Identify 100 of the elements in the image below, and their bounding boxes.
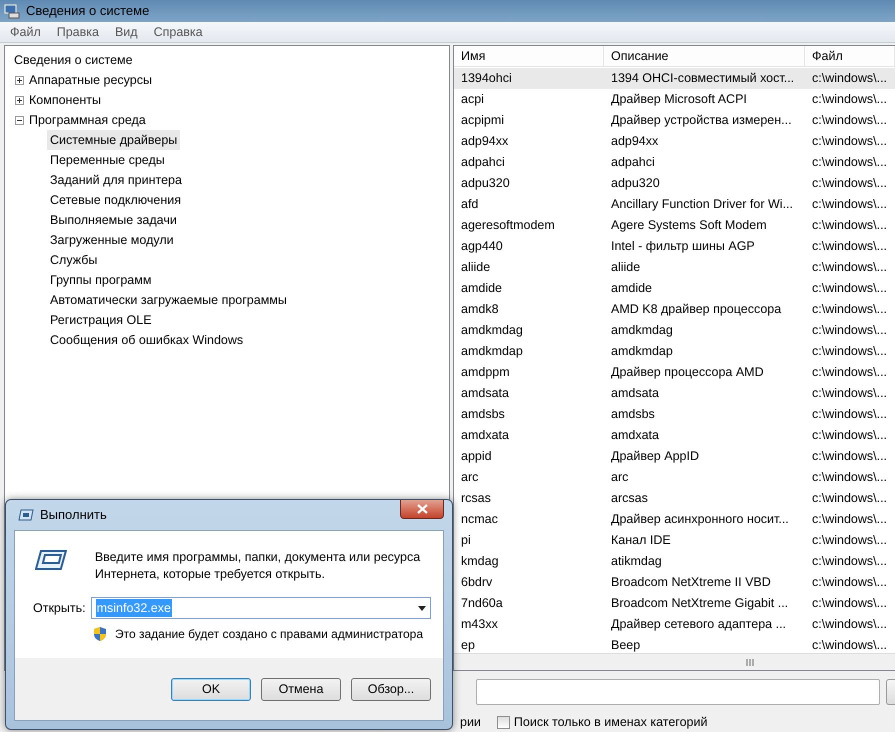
horizontal-scrollbar[interactable] bbox=[454, 653, 895, 670]
table-cell-text: c:\windows\... bbox=[811, 301, 888, 318]
table-cell-text: c:\windows\... bbox=[811, 427, 888, 444]
expand-icon[interactable] bbox=[15, 76, 24, 84]
collapse-icon[interactable] bbox=[15, 116, 24, 124]
table-row[interactable]: aliide aliide c:\windows\... bbox=[454, 257, 895, 278]
tree-item[interactable]: Компоненты bbox=[26, 90, 104, 110]
table-row[interactable]: ncmac Драйвер асинхронного носит... c:\windows\... bbox=[454, 509, 895, 530]
table-row[interactable]: afd Ancillary Function Driver for Wi... c:\windows\... bbox=[454, 194, 895, 215]
table-row[interactable]: amdkmdag amdkmdag c:\windows\... bbox=[454, 320, 895, 341]
table-row[interactable]: amdsata amdsata c:\windows\... bbox=[454, 383, 895, 404]
table-row[interactable]: adp94xx adp94xx c:\windows\... bbox=[454, 131, 895, 152]
table-cell-text: Intel - фильтр шины AGP bbox=[610, 238, 756, 256]
table-row[interactable]: arc arc c:\windows\... bbox=[454, 467, 895, 488]
table-cell-text: c:\windows\... bbox=[811, 616, 888, 634]
run-icon bbox=[35, 549, 67, 571]
table-row[interactable]: amdide amdide c:\windows\... bbox=[454, 278, 895, 299]
tree-item[interactable]: Заданий для принтера bbox=[47, 170, 185, 190]
prompt-text: Введите имя программы, папки, документа или ресурса Интернета, которые требуется открыть. bbox=[94, 549, 422, 583]
table-row[interactable]: amdppm Драйвер процессора AMD c:\windows\... bbox=[454, 362, 895, 383]
tree-item[interactable]: Загруженные модули bbox=[47, 230, 177, 250]
tree-item[interactable]: Службы bbox=[47, 250, 100, 270]
menu-item[interactable]: Вид bbox=[106, 22, 146, 42]
column-header[interactable]: Описание bbox=[604, 46, 805, 66]
dialog-button[interactable]: Обзор... bbox=[351, 678, 431, 700]
table-row[interactable]: pi Канал IDE c:\windows\... bbox=[454, 530, 895, 551]
table-row[interactable]: 7nd60a Broadcom NetXtreme Gigabit ... c:\windows\... bbox=[454, 593, 895, 614]
table-cell-text: amdxata bbox=[610, 427, 660, 444]
table-row[interactable]: amdsbs amdsbs c:\windows\... bbox=[454, 404, 895, 425]
table-cell-text: amdxata bbox=[460, 427, 510, 444]
table-cell-text: c:\windows\... bbox=[811, 637, 888, 653]
table-cell-text: Канал IDE bbox=[610, 532, 672, 550]
tree-item[interactable]: Регистрация OLE bbox=[47, 310, 155, 330]
dialog-button[interactable]: OK bbox=[171, 678, 251, 700]
table-row[interactable]: 6bdrv Broadcom NetXtreme II VBD c:\windows\... bbox=[454, 572, 895, 593]
table-cell-text: arc bbox=[610, 469, 630, 486]
table-cell-text: Драйвер AppID bbox=[610, 448, 700, 466]
open-label: Открыть: bbox=[33, 600, 86, 617]
table-cell-text: c:\windows\... bbox=[811, 133, 888, 150]
table-row[interactable]: amdk8 AMD K8 драйвер процессора c:\windows\... bbox=[454, 299, 895, 320]
table-row[interactable]: m43xx Драйвер сетевого адаптера ... c:\windows\... bbox=[454, 614, 895, 635]
scroll-grip-icon bbox=[746, 658, 754, 666]
tree-item[interactable]: Сетевые подключения bbox=[47, 190, 184, 210]
tree-item[interactable]: Выполняемые задачи bbox=[47, 210, 180, 230]
tree-item[interactable]: Переменные среды bbox=[47, 150, 168, 170]
table-row[interactable]: amdkmdap amdkmdap c:\windows\... bbox=[454, 341, 895, 362]
table-row[interactable]: appid Драйвер AppID c:\windows\... bbox=[454, 446, 895, 467]
table-cell-text: atikmdag bbox=[610, 553, 663, 570]
dropdown-caret-icon[interactable] bbox=[418, 606, 426, 610]
tree-item[interactable]: Программная среда bbox=[26, 110, 149, 130]
table-cell-text: amdide bbox=[610, 280, 653, 298]
tree-item[interactable]: Системные драйверы bbox=[47, 130, 180, 150]
menu-item[interactable]: Справка bbox=[146, 22, 211, 42]
table-cell-text: amdide bbox=[460, 280, 503, 298]
table-row[interactable]: amdxata amdxata c:\windows\... bbox=[454, 425, 895, 446]
table-cell-text: adp94xx bbox=[610, 133, 660, 150]
option-label: рии bbox=[460, 714, 481, 731]
table-cell-text: c:\windows\... bbox=[811, 112, 888, 130]
menu-item[interactable]: Файл bbox=[2, 22, 49, 42]
table-row[interactable]: 1394ohci 1394 OHCI-совместимый хост... c:\windows\... bbox=[454, 68, 895, 89]
tree-item[interactable]: Сообщения об ошибках Windows bbox=[47, 330, 246, 350]
table-cell-text: ageresoftmodem bbox=[460, 217, 556, 234]
table-cell-text: Beep bbox=[610, 637, 642, 653]
tree-item[interactable]: Группы программ bbox=[47, 270, 154, 290]
table-cell-text: c:\windows\... bbox=[811, 553, 888, 570]
table-cell-text: ncmac bbox=[460, 511, 499, 528]
checkbox[interactable] bbox=[496, 716, 510, 729]
table-cell-text: c:\windows\... bbox=[811, 259, 888, 276]
table-row[interactable]: acpipmi Драйвер устройства измерен... c:\windows\... bbox=[454, 110, 895, 131]
menu-item[interactable]: Правка bbox=[48, 22, 107, 42]
tree-item[interactable]: Автоматически загружаемые программы bbox=[47, 290, 290, 310]
tree-item[interactable]: Сведения о системе bbox=[11, 50, 136, 70]
table-cell-text: c:\windows\... bbox=[811, 532, 888, 550]
table-cell-text: aliide bbox=[610, 259, 642, 276]
table-cell-text: c:\windows\... bbox=[811, 70, 888, 88]
table-row[interactable]: adpu320 adpu320 c:\windows\... bbox=[454, 173, 895, 194]
table-row[interactable]: ep Beep c:\windows\... bbox=[454, 635, 895, 653]
table-cell-text: kmdag bbox=[460, 553, 500, 570]
table-cell-text: amdppm bbox=[460, 364, 511, 382]
table-cell-text: c:\windows\... bbox=[811, 217, 888, 234]
table-row[interactable]: acpi Драйвер Microsoft ACPI c:\windows\... bbox=[454, 89, 895, 110]
table-row[interactable]: kmdag atikmdag c:\windows\... bbox=[454, 551, 895, 572]
table-cell-text: 1394ohci bbox=[460, 70, 513, 88]
tree-item[interactable]: Аппаратные ресурсы bbox=[26, 70, 155, 90]
dialog-button[interactable]: Отмена bbox=[261, 678, 341, 700]
table-cell-text: arc bbox=[460, 469, 480, 486]
search-field[interactable] bbox=[476, 679, 880, 705]
column-header[interactable]: Файл bbox=[805, 46, 895, 66]
window-title: Сведения о системе bbox=[26, 2, 150, 20]
table-cell-text: amdsbs bbox=[460, 406, 506, 424]
table-cell-text: c:\windows\... bbox=[811, 469, 888, 486]
table-row[interactable]: ageresoftmodem Agere Systems Soft Modem c:\windows\... bbox=[454, 215, 895, 236]
expand-icon[interactable] bbox=[15, 96, 24, 104]
column-header[interactable]: Имя bbox=[454, 46, 604, 66]
close-button[interactable] bbox=[400, 500, 444, 519]
table-row[interactable]: rcsas arcsas c:\windows\... bbox=[454, 488, 895, 509]
table-row[interactable]: agp440 Intel - фильтр шины AGP c:\windows\... bbox=[454, 236, 895, 257]
table-row[interactable]: adpahci adpahci c:\windows\... bbox=[454, 152, 895, 173]
find-button[interactable] bbox=[886, 679, 895, 705]
table-cell-text: arcsas bbox=[610, 490, 649, 508]
